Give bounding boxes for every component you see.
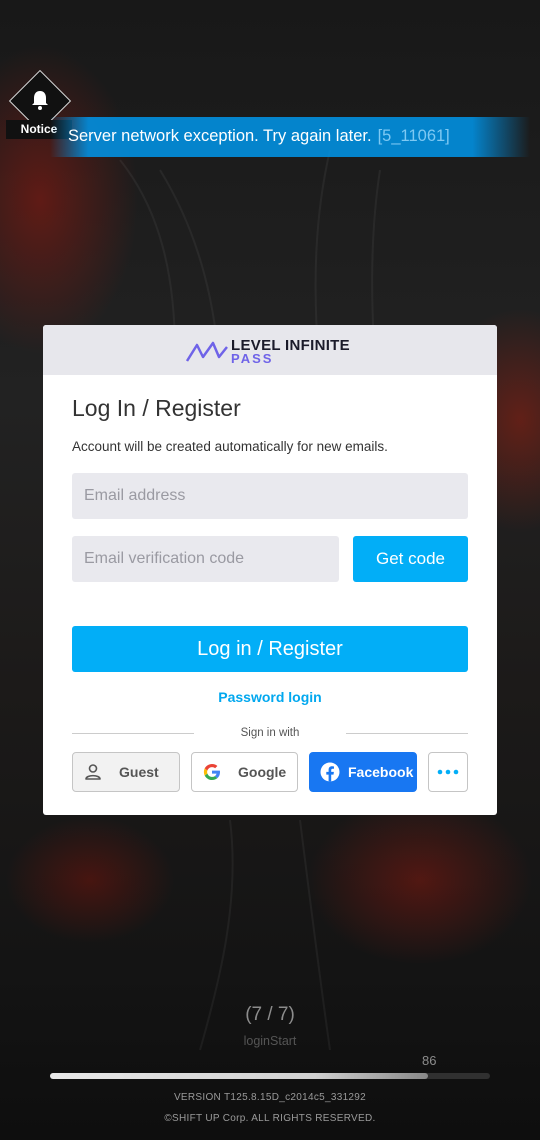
logo-text-secondary: PASS — [231, 351, 274, 366]
copyright-text: ©SHIFT UP Corp. ALL RIGHTS RESERVED. — [164, 1113, 376, 1124]
level-infinite-mark-icon — [185, 341, 228, 362]
loading-percent: 86 — [422, 1053, 437, 1068]
level-infinite-logo: LEVEL INFINITE PASS — [185, 337, 357, 366]
get-code-button[interactable]: Get code — [353, 536, 468, 582]
login-register-button[interactable]: Log in / Register — [72, 626, 468, 672]
more-login-options-button[interactable] — [428, 752, 468, 792]
loading-progress-fill — [50, 1073, 429, 1079]
email-input[interactable] — [72, 473, 468, 519]
google-label: Google — [238, 764, 287, 780]
guest-label: Guest — [119, 764, 159, 780]
login-subtitle: Account will be created automatically fo… — [72, 439, 388, 454]
more-icon — [437, 769, 459, 775]
loading-step-count: (7 / 7) — [245, 1004, 295, 1025]
google-icon — [203, 764, 220, 780]
login-title: Log In / Register — [72, 395, 241, 421]
facebook-label: Facebook — [348, 764, 414, 780]
facebook-icon — [320, 762, 340, 782]
version-text: VERSION T125.8.15D_c2014c5_331292 — [173, 1092, 367, 1103]
bell-icon[interactable] — [28, 88, 52, 112]
panel-header: LEVEL INFINITE PASS — [43, 325, 497, 375]
loading-progress-bar — [50, 1073, 490, 1079]
error-code: [5_11061] — [377, 127, 450, 145]
error-banner-text: Server network exception. Try again late… — [68, 127, 450, 146]
login-panel: LEVEL INFINITE PASS Log In / Register Ac… — [43, 325, 497, 815]
loading-step-name: loginStart — [243, 1034, 297, 1048]
guest-login-button[interactable]: Guest — [72, 752, 180, 792]
person-icon — [85, 764, 101, 780]
google-login-button[interactable]: Google — [191, 752, 298, 792]
divider-right — [346, 733, 468, 734]
verification-code-input[interactable] — [72, 536, 339, 582]
facebook-login-button[interactable]: Facebook — [309, 752, 417, 792]
password-login-link[interactable]: Password login — [43, 689, 497, 705]
error-message: Server network exception. Try again late… — [68, 127, 372, 145]
